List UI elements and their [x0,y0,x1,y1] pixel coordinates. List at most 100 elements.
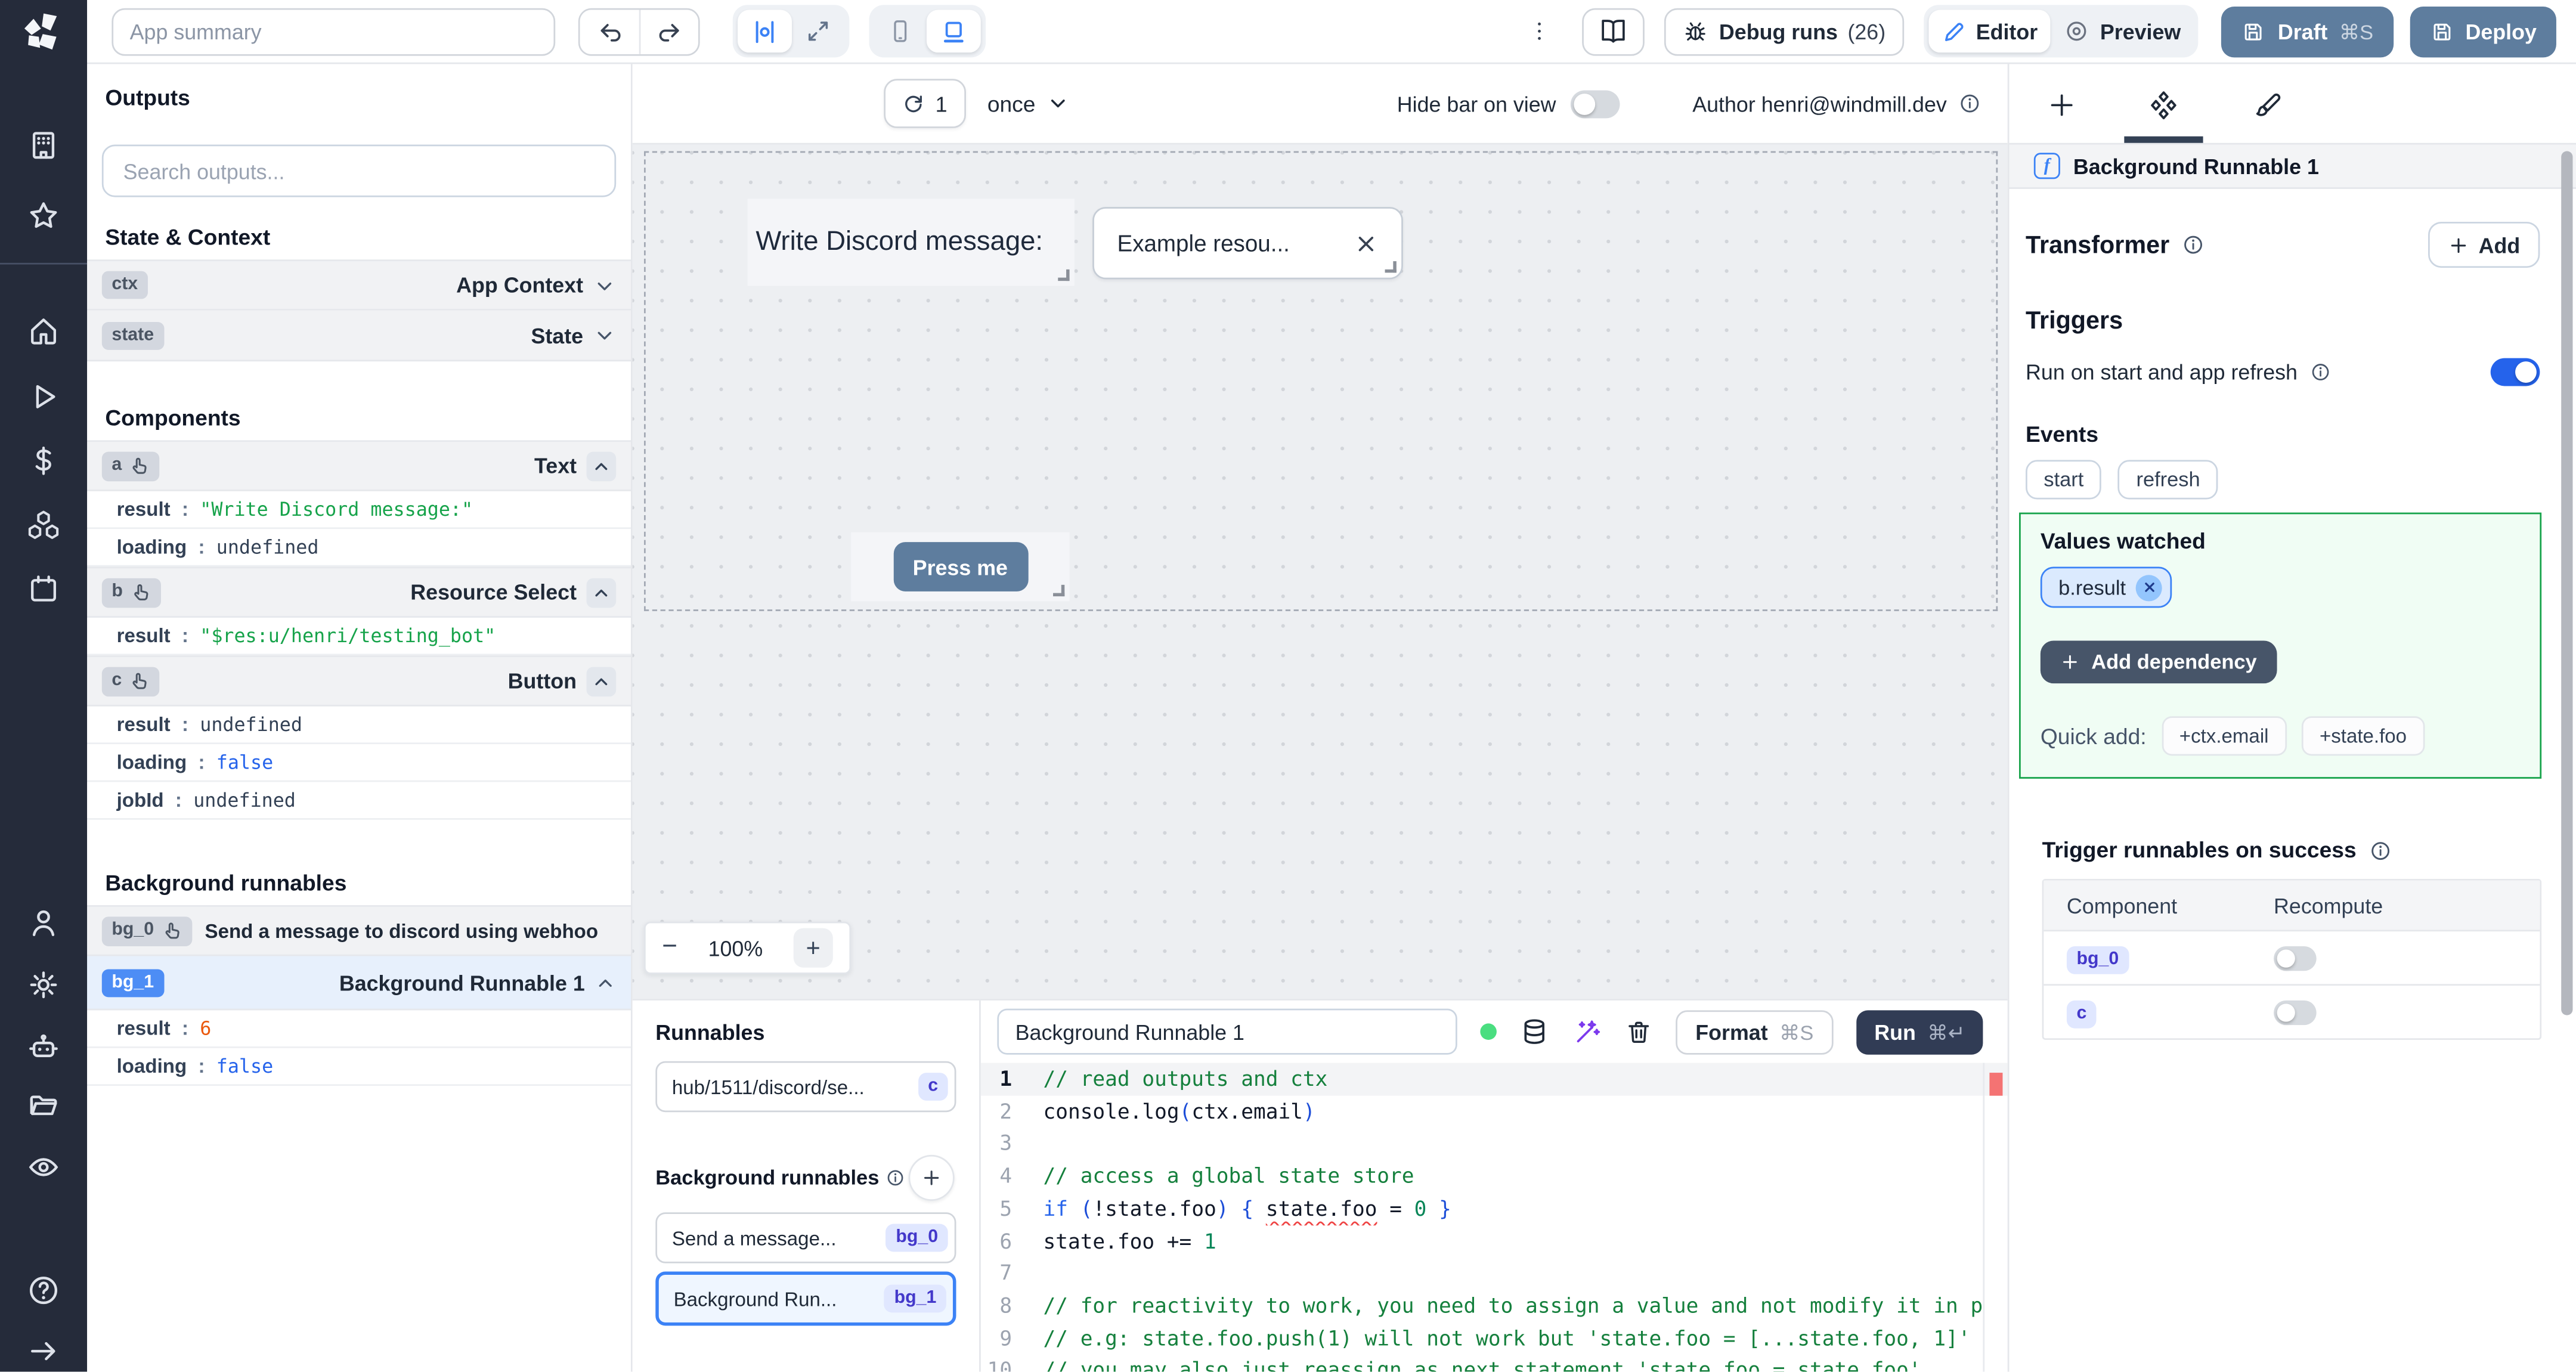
variables-icon[interactable] [26,444,61,478]
app-summary-input[interactable] [112,7,556,55]
settings-gear-icon[interactable] [26,968,61,1002]
collapse-c-button[interactable] [586,666,617,696]
resize-handle[interactable] [1053,584,1065,597]
collapse-a-button[interactable] [586,451,617,481]
deploy-button[interactable]: Deploy [2409,5,2556,57]
selected-runnable-header[interactable]: f Background Runnable 1 [2009,144,2576,189]
home-icon[interactable] [26,314,61,348]
resize-handle[interactable] [1385,261,1397,273]
debug-runs-button[interactable]: Debug runs (26) [1664,7,1904,55]
undo-button[interactable] [580,9,639,54]
component-row-c[interactable]: c Button [87,655,631,707]
delete-trash-icon[interactable] [1625,1018,1653,1046]
refresh-count-button[interactable]: 1 [884,79,966,128]
add-dependency-button[interactable]: Add dependency [2040,640,2277,684]
runnable-item-bg0[interactable]: Send a message... bg_0 [655,1212,956,1263]
resources-icon[interactable] [26,507,61,542]
code-line[interactable]: 1// read outputs and ctx [980,1063,2008,1095]
folders-icon[interactable] [26,1089,61,1124]
center-align-button[interactable] [738,10,792,53]
more-menu-button[interactable] [1527,18,1566,44]
background-row-bg0[interactable]: bg_0 Send a message to discord using web… [87,905,631,956]
expand-layout-button[interactable] [792,10,844,53]
redo-button[interactable] [639,9,698,54]
chevron-down-icon[interactable] [593,324,617,347]
hide-bar-toggle[interactable] [1571,89,1621,117]
tab-settings-active[interactable] [2145,87,2182,123]
press-me-button[interactable]: Press me [893,542,1028,591]
code-line[interactable]: 6 state.foo += 1 [981,1225,2008,1257]
tab-styling[interactable] [2250,87,2287,123]
output-row-state[interactable]: state State [87,310,631,362]
runnable-item-hub[interactable]: hub/1511/discord/se... c [655,1061,956,1113]
search-outputs-input[interactable] [101,144,617,197]
info-icon[interactable] [2309,361,2330,383]
code-line[interactable]: 2 console.log(ctx.email) [981,1095,2008,1128]
chevron-down-icon[interactable] [593,274,617,297]
code-line[interactable]: 10// you may also just reassign as next … [981,1354,2008,1372]
code-editor[interactable]: 1// read outputs and ctx 2 console.log(ctx… [980,1063,2008,1372]
cache-database-icon[interactable] [1519,1017,1549,1046]
recompute-toggle-c[interactable] [2274,999,2317,1024]
recompute-toggle-bg0[interactable] [2274,945,2317,970]
event-chip-refresh[interactable]: refresh [2118,460,2218,500]
watched-value-chip[interactable]: b.result [2040,566,2172,608]
mobile-view-button[interactable] [874,10,927,53]
ai-wand-icon[interactable] [1572,1017,1602,1046]
button-component[interactable]: Press me [851,532,1070,602]
draft-button[interactable]: Draft ⌘S [2222,5,2394,57]
run-mode-dropdown[interactable]: once [987,91,1070,116]
bg1-badge[interactable]: bg_1 [101,968,164,996]
background-row-bg1[interactable]: bg_1 Background Runnable 1 [87,956,631,1011]
add-transformer-button[interactable]: Add [2428,221,2540,268]
component-row-a[interactable]: a Text [87,440,631,491]
code-line[interactable]: 7 [981,1257,2008,1289]
runnable-name-input[interactable] [997,1008,1457,1055]
text-component[interactable]: Write Discord message: [747,199,1075,286]
code-line[interactable]: 9// e.g: state.foo.push(1) will not work… [981,1322,2008,1354]
c-badge[interactable]: c [2066,999,2097,1028]
output-row-ctx[interactable]: ctx App Context [87,259,631,311]
users-icon[interactable] [26,905,61,940]
component-c-badge[interactable]: c [101,666,160,696]
event-chip-start[interactable]: start [2026,460,2102,500]
scrollbar-thumb[interactable] [2561,151,2573,1015]
tab-editor[interactable]: Editor [1928,10,2051,53]
runs-icon[interactable] [26,379,61,414]
code-line[interactable]: 3 [981,1128,2008,1160]
workers-robot-icon[interactable] [26,1030,61,1064]
component-a-badge[interactable]: a [101,451,160,481]
code-line[interactable]: 5 if (!state.foo) { state.foo = 0 } [981,1193,2008,1225]
add-background-runnable-button[interactable] [908,1154,955,1201]
bg0-badge[interactable]: bg_0 [2066,945,2129,974]
favorites-icon[interactable] [26,199,61,233]
zoom-out-button[interactable]: − [662,933,677,963]
quick-add-ctx-email[interactable]: +ctx.email [2161,716,2287,756]
resource-select-component[interactable]: Example resou... [1092,207,1403,280]
schedules-icon[interactable] [26,572,61,606]
code-line[interactable]: 8// for reactivity to work, you need to … [981,1290,2008,1322]
quick-add-state-foo[interactable]: +state.foo [2301,716,2425,756]
audit-eye-icon[interactable] [26,1150,61,1185]
workspace-icon[interactable] [26,128,61,163]
collapse-arrow-icon[interactable] [26,1334,61,1368]
remove-dependency-icon[interactable] [2135,574,2162,600]
format-button[interactable]: Format ⌘S [1676,1009,1834,1054]
code-line[interactable]: 4// access a global state store [981,1160,2008,1192]
collapse-b-button[interactable] [586,577,617,608]
run-on-start-toggle[interactable] [2490,358,2540,386]
resize-handle[interactable] [1058,269,1070,281]
component-row-b[interactable]: b Resource Select [87,566,631,618]
chevron-up-icon[interactable] [595,972,616,993]
help-icon[interactable] [26,1273,61,1308]
bg0-badge[interactable]: bg_0 [101,915,192,946]
info-icon[interactable] [1958,92,1981,115]
info-icon[interactable] [2370,838,2393,862]
tab-insert[interactable] [2044,87,2080,123]
run-button[interactable]: Run ⌘↵ [1856,1009,1983,1054]
runnable-item-bg1-selected[interactable]: Background Run... bg_1 [655,1271,956,1326]
zoom-in-button[interactable]: + [793,928,833,968]
docs-button[interactable] [1583,7,1645,55]
info-icon[interactable] [886,1168,905,1188]
tab-preview[interactable]: Preview [2051,10,2194,53]
